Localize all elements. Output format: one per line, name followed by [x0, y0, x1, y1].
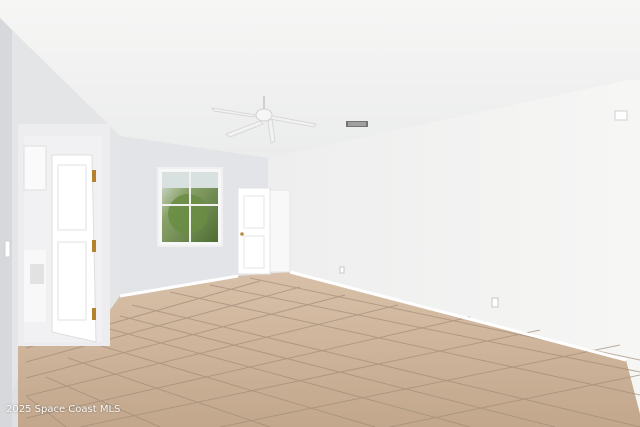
room-photo: 2025 Space Coast MLS — [0, 0, 640, 427]
smoke-detector-icon — [614, 110, 628, 121]
closet-door[interactable] — [237, 187, 271, 275]
watermark: 2025 Space Coast MLS — [6, 404, 121, 415]
outlet-icon — [491, 297, 499, 308]
bathroom-window — [23, 145, 47, 191]
hall-opening — [269, 189, 291, 273]
window — [157, 167, 223, 247]
grab-bar — [30, 264, 44, 284]
open-door[interactable] — [51, 154, 97, 343]
left-wall-shadow — [0, 18, 12, 427]
empty-bedroom-illustration — [0, 0, 640, 427]
door-hinge — [92, 308, 96, 320]
light-switch[interactable] — [4, 240, 11, 258]
toilet — [24, 250, 46, 322]
door-knob — [240, 232, 244, 236]
outlet-icon — [339, 266, 345, 274]
door-hinge — [92, 240, 96, 252]
door-hinge — [92, 170, 96, 182]
bathroom-doorway[interactable] — [18, 124, 110, 346]
air-vent-icon — [346, 121, 368, 127]
